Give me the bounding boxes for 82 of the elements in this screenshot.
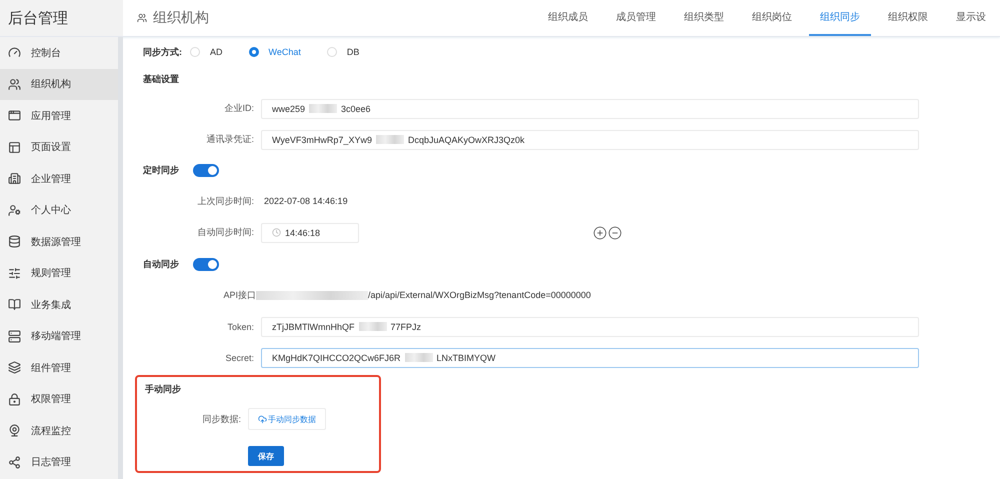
sidebar-item[interactable]: 数据源管理 <box>0 226 118 258</box>
sidebar-item[interactable]: 企业管理 <box>0 163 118 194</box>
app-title: 后台管理 <box>0 0 123 36</box>
tab[interactable]: 组织权限 <box>877 0 939 36</box>
save-button[interactable]: 保存 <box>248 446 284 466</box>
gauge-icon <box>8 46 21 60</box>
tab[interactable]: 显示设 <box>945 0 997 36</box>
sliders-icon <box>8 266 21 280</box>
sidebar-item[interactable]: 控制台 <box>0 37 118 68</box>
user-gear-icon <box>8 204 21 217</box>
toggle-switch[interactable] <box>193 258 219 270</box>
tab[interactable]: 成员管理 <box>605 0 667 36</box>
radio-option[interactable]: DB <box>326 47 360 57</box>
page-title: 组织机构 <box>153 9 209 27</box>
cloud-upload-icon <box>258 414 267 424</box>
redaction <box>358 322 386 331</box>
text-field[interactable]: WyeVF3mHwRp7_XYw9 DcqbJuAQAKyOwXRJ3Qz0k <box>261 130 919 150</box>
clock-icon <box>272 228 281 237</box>
text-field[interactable]: KMgHdK7QIHCCO2QCw6FJ6R LNxTBIMYQW <box>261 348 919 368</box>
toggle-switch[interactable] <box>193 164 219 177</box>
sidebar-item[interactable]: 页面设置 <box>0 132 118 163</box>
layers-icon <box>8 361 21 374</box>
webcam-icon <box>8 424 21 438</box>
book-icon <box>8 298 21 312</box>
text-field[interactable]: zTjJBMTlWmnHhQF 77FPJz <box>261 316 919 336</box>
text-field[interactable]: wwe259 3c0ee6 <box>261 98 919 118</box>
section-title: 基础设置 <box>143 72 179 86</box>
field-value: 77FPJz <box>390 322 422 332</box>
redaction <box>404 353 433 362</box>
field-label: Secret: <box>224 352 255 362</box>
redaction <box>309 104 338 113</box>
sidebar-item[interactable]: 流程监控 <box>0 415 118 446</box>
layout-icon <box>8 140 21 154</box>
sidebar-item[interactable]: 个人中心 <box>0 194 118 226</box>
server-icon <box>8 330 21 343</box>
field-label: 企业ID: <box>223 102 255 115</box>
sidebar-item[interactable]: 日志管理 <box>0 446 118 478</box>
tab[interactable]: 组织类型 <box>673 0 735 36</box>
sidebar-item[interactable]: 组织机构 <box>0 68 118 100</box>
field-value: LNxTBIMYQW <box>436 352 496 362</box>
field-value: WyeVF3mHwRp7_XYw9 <box>272 134 372 144</box>
users-icon <box>137 13 147 23</box>
remove-icon[interactable] <box>608 226 622 240</box>
field-label: 自动同步时间: <box>196 226 255 239</box>
tab[interactable]: 组织同步 <box>809 0 871 36</box>
users-icon <box>8 78 21 91</box>
tab[interactable]: 组织岗位 <box>741 0 803 36</box>
field-value: zTjJBMTlWmnHhQF <box>272 322 354 332</box>
field-label: 同步数据: <box>201 412 242 426</box>
field-label: 通讯录凭证: <box>205 133 255 146</box>
field-label: 同步方式: <box>143 46 182 58</box>
manual-sync-button[interactable]: 手动同步数据 <box>248 408 326 430</box>
database-icon <box>8 235 21 248</box>
field-label: API接口 <box>222 288 256 302</box>
field-value: 14:46:18 <box>285 228 320 238</box>
field-value: wwe259 <box>272 104 306 114</box>
sidebar-item[interactable]: 应用管理 <box>0 100 118 132</box>
sidebar-item[interactable]: 移动端管理 <box>0 320 118 352</box>
sidebar-item[interactable]: 权限管理 <box>0 384 118 415</box>
api-url: /api/api/External/WXOrgBizMsg?tenantCode=00000000 <box>368 290 591 300</box>
building-icon <box>8 172 21 186</box>
tab[interactable]: 组织成员 <box>537 0 599 36</box>
redaction <box>376 135 404 144</box>
section-title: 定时同步 <box>143 164 179 177</box>
section-title: 自动同步 <box>143 258 179 270</box>
share-icon <box>8 456 21 469</box>
field-value: 3c0ee6 <box>341 104 371 114</box>
sidebar-item[interactable]: 组件管理 <box>0 352 118 384</box>
sidebar-item[interactable]: 业务集成 <box>0 289 118 320</box>
sidebar-item[interactable]: 规则管理 <box>0 258 118 289</box>
radio-option[interactable]: AD <box>190 47 223 57</box>
section-title: 手动同步 <box>145 383 182 396</box>
field-label: 上次同步时间: <box>196 194 255 208</box>
time-field[interactable]: 14:46:18 <box>261 222 359 242</box>
add-icon[interactable] <box>593 226 607 240</box>
field-label: Token: <box>226 322 255 332</box>
field-value: KMgHdK7QIHCCO2QCw6FJ6R <box>272 352 401 362</box>
last-sync-time: 2022-07-08 14:46:19 <box>264 196 348 206</box>
lock-icon <box>8 392 21 406</box>
radio-option[interactable]: WeChat <box>248 47 301 57</box>
field-value: DcqbJuAQAKyOwXRJ3Qz0k <box>408 134 524 144</box>
app-window-icon <box>8 109 21 122</box>
